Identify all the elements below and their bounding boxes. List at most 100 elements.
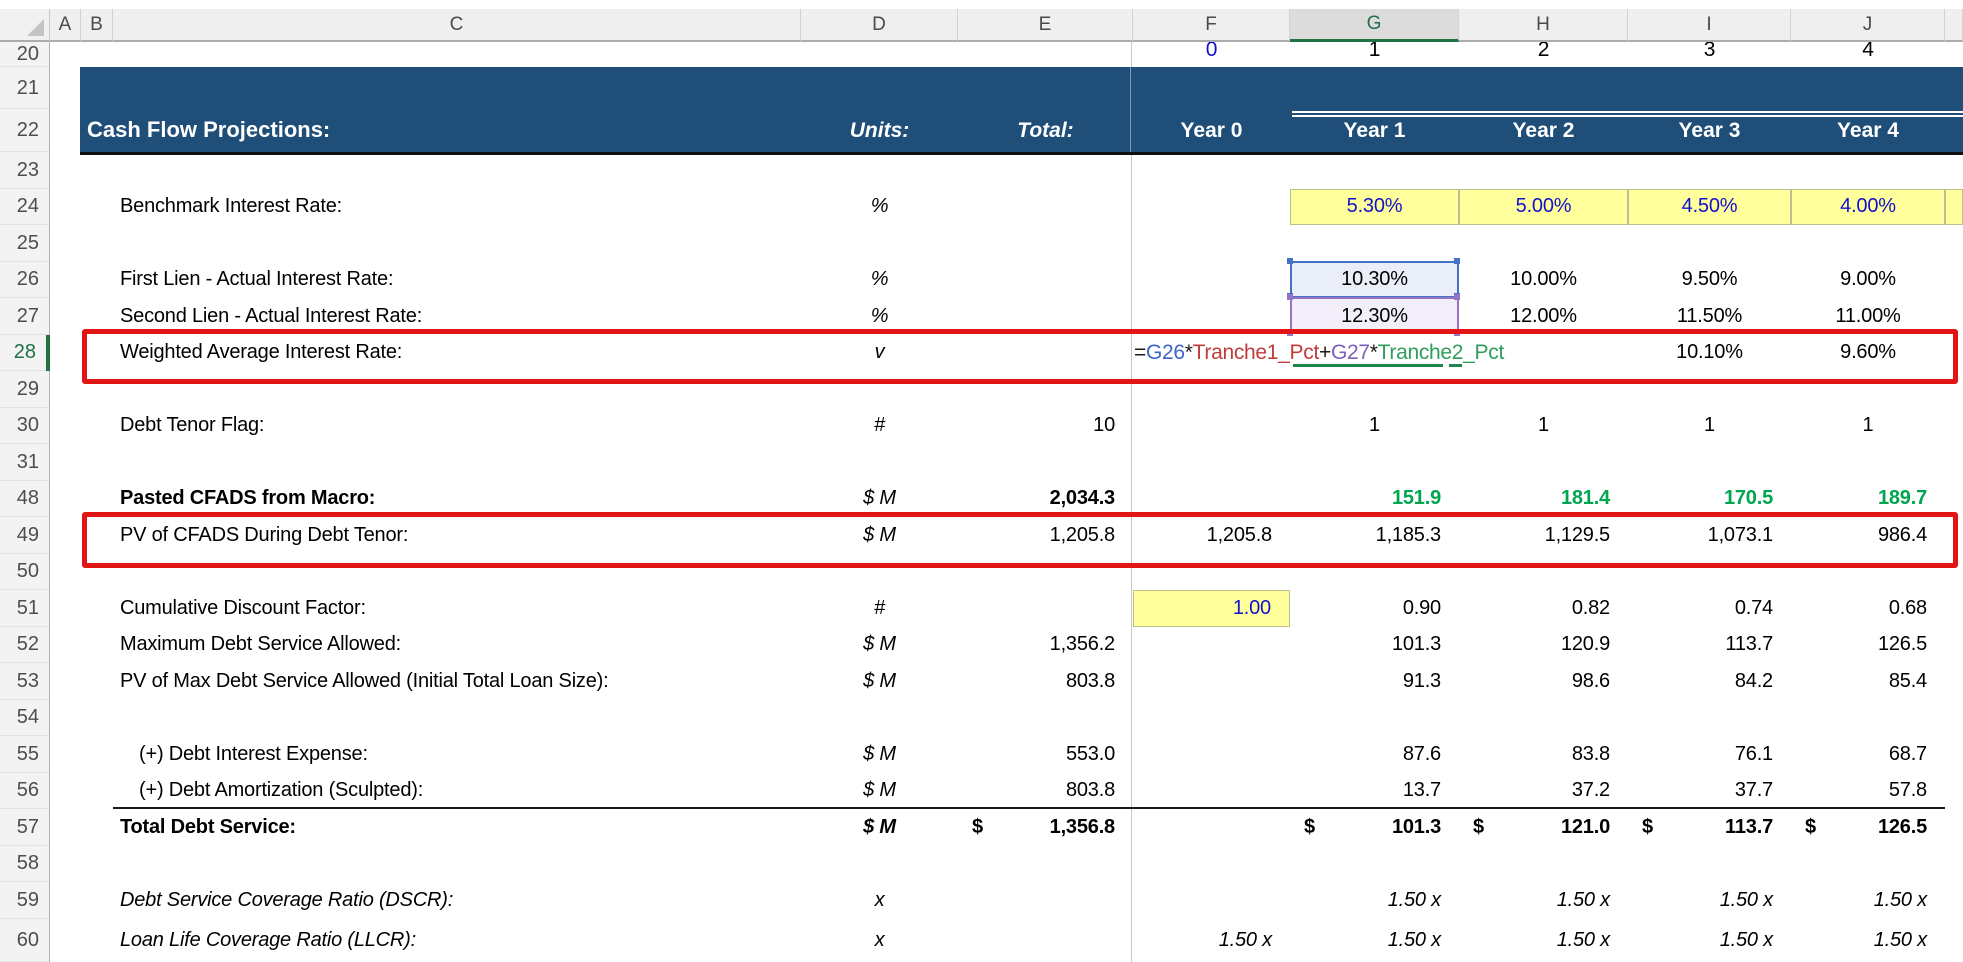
select-all-corner[interactable] (0, 9, 50, 42)
cell-C26[interactable]: First Lien - Actual Interest Rate: (113, 262, 801, 299)
row-header-59[interactable]: 59 (0, 882, 50, 919)
total-column-header[interactable]: Total: (958, 119, 1133, 143)
row-header-48[interactable]: 48 (0, 481, 50, 518)
row-header-24[interactable]: 24 (0, 189, 50, 226)
cell-D60[interactable]: x (801, 919, 958, 962)
cell-J55[interactable]: 68.7 (1791, 736, 1945, 773)
cell-I55[interactable]: 76.1 (1628, 736, 1791, 773)
cell-I51[interactable]: 0.74 (1628, 590, 1791, 627)
cell-C24[interactable]: Benchmark Interest Rate: (113, 189, 801, 226)
cell-J26[interactable]: 9.00% (1791, 262, 1945, 299)
cell-D53[interactable]: $ M (801, 663, 958, 700)
cell-H24[interactable]: 5.00% (1459, 189, 1628, 226)
cell-K24[interactable] (1945, 189, 1963, 226)
cell-C48[interactable]: Pasted CFADS from Macro: (113, 481, 801, 518)
cell-H49[interactable]: 1,129.5 (1459, 517, 1628, 554)
column-header-B[interactable]: B (81, 9, 113, 42)
cell-I20[interactable]: 3 (1628, 42, 1791, 67)
cell-G56[interactable]: 13.7 (1290, 773, 1459, 810)
cell-G52[interactable]: 101.3 (1290, 627, 1459, 664)
cell-C56[interactable]: (+) Debt Amortization (Sculpted): (113, 773, 801, 810)
cell-J51[interactable]: 0.68 (1791, 590, 1945, 627)
cell-D57[interactable]: $ M (801, 809, 958, 846)
cell-I27[interactable]: 11.50% (1628, 298, 1791, 335)
cell-J48[interactable]: 189.7 (1791, 481, 1945, 518)
cell-C49[interactable]: PV of CFADS During Debt Tenor: (113, 517, 801, 554)
cell-I30[interactable]: 1 (1628, 408, 1791, 445)
cell-J24[interactable]: 4.00% (1791, 189, 1945, 226)
cell-H55[interactable]: 83.8 (1459, 736, 1628, 773)
column-header-G[interactable]: G (1290, 9, 1459, 42)
row-header-53[interactable]: 53 (0, 663, 50, 700)
row-header-31[interactable]: 31 (0, 444, 50, 481)
cell-G49[interactable]: 1,185.3 (1290, 517, 1459, 554)
cell-J49[interactable]: 986.4 (1791, 517, 1945, 554)
row-header-27[interactable]: 27 (0, 298, 50, 335)
row-header-60[interactable]: 60 (0, 919, 50, 962)
row-header-21[interactable]: 21 (0, 67, 50, 109)
cell-J27[interactable]: 11.00% (1791, 298, 1945, 335)
cell-G53[interactable]: 91.3 (1290, 663, 1459, 700)
cell-G24[interactable]: 5.30% (1290, 189, 1459, 226)
cell-H26[interactable]: 10.00% (1459, 262, 1628, 299)
column-header-C[interactable]: C (113, 9, 801, 42)
row-header-25[interactable]: 25 (0, 225, 50, 262)
cell-C52[interactable]: Maximum Debt Service Allowed: (113, 627, 801, 664)
cell-C59[interactable]: Debt Service Coverage Ratio (DSCR): (113, 882, 801, 919)
row-header-29[interactable]: 29 (0, 371, 50, 408)
row-header-50[interactable]: 50 (0, 554, 50, 591)
row-header-30[interactable]: 30 (0, 408, 50, 445)
cell-G30[interactable]: 1 (1290, 408, 1459, 445)
cell-I52[interactable]: 113.7 (1628, 627, 1791, 664)
cell-I57[interactable]: $113.7 (1628, 809, 1791, 846)
year-2-header[interactable]: Year 2 (1459, 119, 1628, 143)
cell-G51[interactable]: 0.90 (1290, 590, 1459, 627)
cell-D51[interactable]: # (801, 590, 958, 627)
cell-C30[interactable]: Debt Tenor Flag: (113, 408, 801, 445)
cell-I28[interactable]: 10.10% (1628, 335, 1791, 372)
cell-D27[interactable]: % (801, 298, 958, 335)
cell-I24[interactable]: 4.50% (1628, 189, 1791, 226)
cell-F49[interactable]: 1,205.8 (1133, 517, 1290, 554)
cell-J56[interactable]: 57.8 (1791, 773, 1945, 810)
cell-H30[interactable]: 1 (1459, 408, 1628, 445)
cell-J57[interactable]: $126.5 (1791, 809, 1945, 846)
cell-E30[interactable]: 10 (958, 408, 1133, 445)
cell-E55[interactable]: 553.0 (958, 736, 1133, 773)
cell-H60[interactable]: 1.50 x (1459, 919, 1628, 962)
cell-J53[interactable]: 85.4 (1791, 663, 1945, 700)
cell-D24[interactable]: % (801, 189, 958, 226)
cell-F20[interactable]: 0 (1133, 42, 1290, 67)
row-header-49[interactable]: 49 (0, 517, 50, 554)
cell-E48[interactable]: 2,034.3 (958, 481, 1133, 518)
column-header-I[interactable]: I (1628, 9, 1791, 42)
cell-H20[interactable]: 2 (1459, 42, 1628, 67)
cell-H51[interactable]: 0.82 (1459, 590, 1628, 627)
cell-J52[interactable]: 126.5 (1791, 627, 1945, 664)
cell-I48[interactable]: 170.5 (1628, 481, 1791, 518)
cell-C55[interactable]: (+) Debt Interest Expense: (113, 736, 801, 773)
cell-F60[interactable]: 1.50 x (1133, 919, 1290, 962)
column-header-H[interactable]: H (1459, 9, 1628, 42)
cell-G57[interactable]: $101.3 (1290, 809, 1459, 846)
cell-D52[interactable]: $ M (801, 627, 958, 664)
row-header-56[interactable]: 56 (0, 773, 50, 810)
row-header-23[interactable]: 23 (0, 152, 50, 189)
section-title[interactable]: Cash Flow Projections: (87, 117, 330, 143)
cell-I60[interactable]: 1.50 x (1628, 919, 1791, 962)
cell-G27[interactable]: 12.30% (1290, 298, 1459, 335)
cell-I53[interactable]: 84.2 (1628, 663, 1791, 700)
column-header-F[interactable]: F (1133, 9, 1290, 42)
row-header-22[interactable]: 22 (0, 109, 50, 152)
cell-G48[interactable]: 151.9 (1290, 481, 1459, 518)
cell-C60[interactable]: Loan Life Coverage Ratio (LLCR): (113, 919, 801, 962)
cell-C57[interactable]: Total Debt Service: (113, 809, 801, 846)
row-header-20[interactable]: 20 (0, 42, 50, 67)
cell-H56[interactable]: 37.2 (1459, 773, 1628, 810)
cell-G20[interactable]: 1 (1290, 42, 1459, 67)
row-header-57[interactable]: 57 (0, 809, 50, 846)
cell-G60[interactable]: 1.50 x (1290, 919, 1459, 962)
cell-H57[interactable]: $121.0 (1459, 809, 1628, 846)
column-header-J[interactable]: J (1791, 9, 1945, 42)
cell-E53[interactable]: 803.8 (958, 663, 1133, 700)
